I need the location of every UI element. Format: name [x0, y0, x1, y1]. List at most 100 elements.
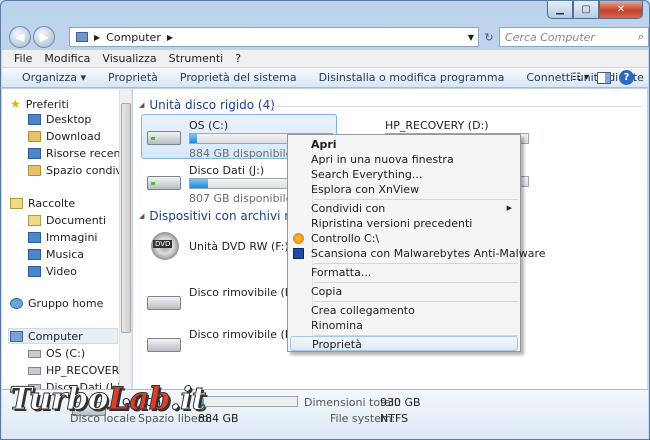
- sidebar-item-music[interactable]: Musica: [28, 248, 84, 261]
- breadcrumb-chevron-icon[interactable]: ▶: [167, 33, 173, 42]
- menu-item-search-everything[interactable]: Search Everything...: [290, 167, 518, 182]
- removable-drive-icon: [147, 332, 181, 354]
- hard-drive-icon: [147, 170, 181, 192]
- menu-item-label: Scansiona con Malwarebytes Anti-Malware: [311, 247, 546, 260]
- menu-item-create-shortcut[interactable]: Crea collegamento: [290, 303, 518, 318]
- forward-button[interactable]: ▶: [33, 26, 55, 48]
- menu-help[interactable]: ?: [235, 52, 241, 65]
- pictures-icon: [28, 232, 41, 243]
- sidebar-item-hp-recovery[interactable]: HP_RECOVERY (D: [28, 364, 131, 377]
- menu-modifica[interactable]: Modifica: [44, 52, 90, 65]
- menu-item-label: Esplora con XnView: [311, 183, 420, 196]
- navigation-bar: ◀ ▶ ▶ Computer ▶ ▼ ↻ Cerca Computer ⌕: [9, 25, 649, 49]
- menu-file[interactable]: File: [14, 52, 32, 65]
- drive-usage-fill: [190, 134, 198, 143]
- menu-item-open-new-window[interactable]: Apri in una nuova finestra: [290, 152, 518, 167]
- sidebar-computer[interactable]: Computer: [10, 330, 83, 343]
- group-header-label: Unità disco rigido (4): [149, 98, 275, 112]
- minimize-button[interactable]: ▁: [547, 1, 573, 19]
- sidebar-homegroup[interactable]: Gruppo home: [10, 297, 103, 310]
- back-button[interactable]: ◀: [9, 26, 31, 48]
- menu-item-properties[interactable]: Proprietà: [290, 336, 518, 351]
- sidebar-item-recent[interactable]: Risorse recenti: [28, 147, 128, 160]
- menu-strumenti[interactable]: Strumenti: [169, 52, 224, 65]
- system-properties-button[interactable]: Proprietà del sistema: [180, 71, 297, 84]
- view-options-icon[interactable]: ☷ ▾: [572, 72, 589, 83]
- sidebar-item-download[interactable]: Download: [28, 130, 101, 143]
- sidebar-item-label: Video: [46, 265, 77, 278]
- menu-item-label: Proprietà: [312, 338, 362, 351]
- sidebar-item-shared[interactable]: Spazio condiviso: [28, 164, 131, 177]
- menu-item-apri[interactable]: Apri: [290, 137, 518, 152]
- computer-icon: [76, 32, 88, 42]
- maximize-button[interactable]: ▢: [573, 1, 599, 19]
- menu-item-rename[interactable]: Rinomina: [290, 318, 518, 333]
- menu-visualizza[interactable]: Visualizza: [102, 52, 156, 65]
- menu-separator: [314, 301, 518, 302]
- breadcrumb-separator: ▶: [94, 32, 101, 42]
- menu-item-label: Controllo C:\: [311, 232, 380, 245]
- command-bar: Organizza ▾ Proprietà Proprietà del sist…: [2, 68, 648, 88]
- preview-pane-icon[interactable]: [597, 71, 611, 84]
- menu-item-xnview[interactable]: Esplora con XnView: [290, 182, 518, 197]
- watermark-part2: Lab: [107, 381, 171, 418]
- collapse-arrow-icon[interactable]: ◢: [139, 212, 144, 220]
- menu-separator: [314, 199, 518, 200]
- collapse-arrow-icon[interactable]: ◢: [139, 101, 144, 109]
- group-divider: [273, 106, 643, 107]
- sidebar-libraries-label: Raccolte: [28, 197, 76, 210]
- sidebar-libraries[interactable]: Raccolte: [10, 197, 75, 210]
- menu-item-copy[interactable]: Copia: [290, 284, 518, 299]
- sidebar-item-os-c[interactable]: OS (C:): [28, 347, 85, 360]
- menu-item-label: Condividi con: [311, 202, 386, 215]
- sidebar-scrollbar[interactable]: [119, 89, 131, 389]
- drive-name: Disco rimovibile (H:): [189, 286, 302, 299]
- help-icon[interactable]: ?: [619, 70, 634, 85]
- view-controls: ☷ ▾ ?: [572, 70, 634, 85]
- sidebar-item-documents[interactable]: Documenti: [28, 214, 106, 227]
- uninstall-program-button[interactable]: Disinstalla o modifica programma: [319, 71, 505, 84]
- computer-icon: [10, 331, 23, 342]
- drive-icon: [28, 349, 41, 358]
- sidebar-favorites[interactable]: ★ Preferiti: [10, 97, 69, 111]
- sidebar-item-pictures[interactable]: Immagini: [28, 231, 97, 244]
- search-placeholder: Cerca Computer: [505, 30, 595, 44]
- drive-icon: [28, 366, 41, 375]
- organize-button[interactable]: Organizza ▾: [22, 71, 86, 84]
- sidebar-item-desktop[interactable]: Desktop: [28, 113, 91, 126]
- menu-item-format[interactable]: Formatta...: [290, 265, 518, 280]
- desktop-icon: [28, 114, 41, 125]
- watermark-part3: .it: [170, 381, 207, 418]
- recent-places-icon: [28, 148, 41, 159]
- libraries-icon: [10, 198, 23, 209]
- drive-name: Disco rimovibile (K:): [189, 328, 300, 341]
- download-folder-icon: [28, 131, 41, 142]
- menu-item-share-with[interactable]: Condividi con ▶: [290, 201, 518, 216]
- context-menu: Apri Apri in una nuova finestra Search E…: [287, 134, 546, 352]
- sidebar-item-label: Musica: [46, 248, 85, 261]
- removable-drive-icon: [147, 290, 181, 312]
- menu-item-label: Crea collegamento: [311, 304, 415, 317]
- refresh-button[interactable]: ↻: [481, 27, 497, 47]
- sidebar-item-label: Documenti: [46, 214, 107, 227]
- breadcrumb-computer[interactable]: Computer: [106, 31, 161, 44]
- close-button[interactable]: ✕: [599, 1, 643, 19]
- documents-icon: [28, 215, 41, 226]
- sidebar-scroll-thumb[interactable]: [121, 103, 131, 333]
- search-icon[interactable]: ⌕: [638, 30, 644, 44]
- properties-button[interactable]: Proprietà: [108, 71, 158, 84]
- menu-item-check-drive[interactable]: Controllo C:\: [290, 231, 518, 246]
- sidebar-item-label: Desktop: [46, 113, 92, 126]
- antivirus-icon: [293, 233, 304, 244]
- search-input[interactable]: Cerca Computer ⌕: [499, 27, 649, 47]
- menu-item-label: Copia: [311, 285, 343, 298]
- address-dropdown-icon[interactable]: ▼: [468, 33, 474, 42]
- watermark-part1: Turbo: [9, 381, 109, 418]
- menu-item-restore-versions[interactable]: Ripristina versioni precedenti: [290, 216, 518, 231]
- address-bar[interactable]: ▶ Computer ▶ ▼: [69, 27, 479, 47]
- menu-item-label: Apri: [311, 138, 337, 151]
- group-header-hdd[interactable]: ◢ Unità disco rigido (4): [139, 98, 275, 112]
- sidebar-item-label: Immagini: [46, 231, 98, 244]
- menu-item-malwarebytes[interactable]: Scansiona con Malwarebytes Anti-Malware: [290, 246, 546, 261]
- sidebar-item-video[interactable]: Video: [28, 265, 77, 278]
